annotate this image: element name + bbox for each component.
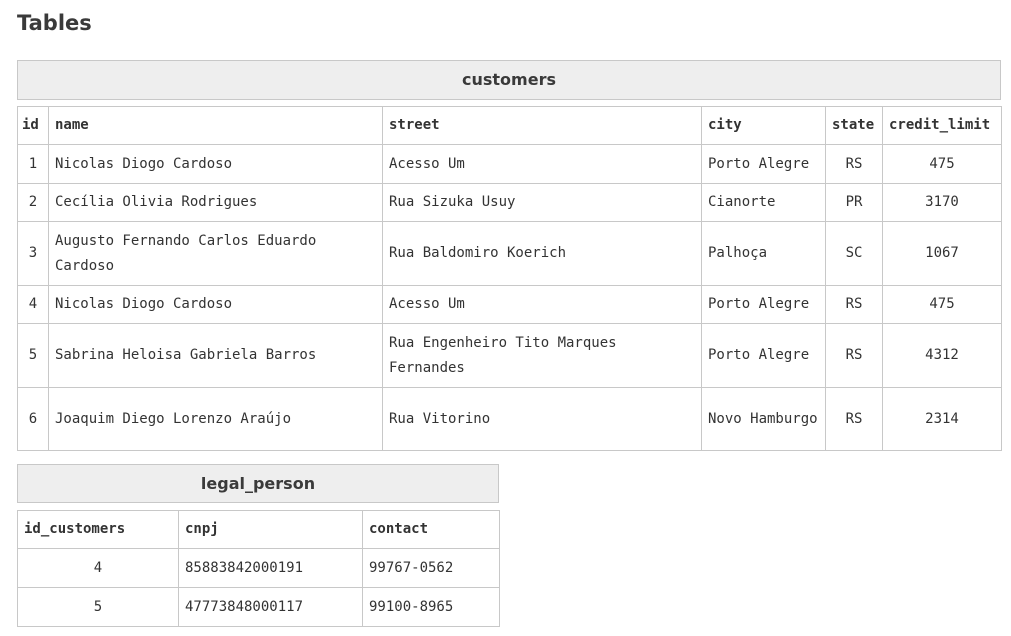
cell-street: Rua Baldomiro Koerich (382, 221, 702, 286)
table-header-row: id name street city state credit_limit (17, 106, 1002, 145)
column-header-name: name (48, 106, 383, 145)
cell-id: 5 (17, 323, 49, 388)
cell-state: PR (825, 183, 883, 222)
cell-id: 6 (17, 387, 49, 451)
cell-contact: 99100-8965 (362, 587, 500, 627)
legal-person-table: id_customers cnpj contact 4 858838420001… (17, 510, 500, 627)
cell-credit-limit: 3170 (882, 183, 1002, 222)
table-row: 5 47773848000117 99100-8965 (17, 587, 500, 627)
cell-name: Cecília Olivia Rodrigues (48, 183, 383, 222)
cell-id: 4 (17, 285, 49, 324)
cell-contact: 99767-0562 (362, 548, 500, 588)
column-header-id-customers: id_customers (17, 510, 179, 549)
cell-street: Acesso Um (382, 285, 702, 324)
cell-city: Cianorte (701, 183, 826, 222)
cell-city: Palhoça (701, 221, 826, 286)
cell-street: Rua Vitorino (382, 387, 702, 451)
table-row: 1 Nicolas Diogo Cardoso Acesso Um Porto … (17, 144, 1002, 184)
cell-name: Joaquim Diego Lorenzo Araújo (48, 387, 383, 451)
cell-street: Acesso Um (382, 144, 702, 184)
column-header-id: id (17, 106, 49, 145)
cell-city: Porto Alegre (701, 144, 826, 184)
legal-person-table-caption: legal_person (17, 464, 499, 503)
table-row: 2 Cecília Olivia Rodrigues Rua Sizuka Us… (17, 183, 1002, 222)
table-row: 3 Augusto Fernando Carlos Eduardo Cardos… (17, 221, 1002, 286)
customers-table: id name street city state credit_limit 1… (17, 106, 1002, 451)
table-row: 6 Joaquim Diego Lorenzo Araújo Rua Vitor… (17, 387, 1002, 451)
column-header-street: street (382, 106, 702, 145)
cell-street: Rua Engenheiro Tito Marques Fernandes (382, 323, 702, 388)
cell-city: Novo Hamburgo (701, 387, 826, 451)
cell-street: Rua Sizuka Usuy (382, 183, 702, 222)
customers-table-caption: customers (17, 60, 1001, 100)
cell-id: 3 (17, 221, 49, 286)
column-header-state: state (825, 106, 883, 145)
cell-cnpj: 47773848000117 (178, 587, 363, 627)
column-header-credit-limit: credit_limit (882, 106, 1002, 145)
cell-name: Nicolas Diogo Cardoso (48, 144, 383, 184)
cell-city: Porto Alegre (701, 323, 826, 388)
cell-name: Augusto Fernando Carlos Eduardo Cardoso (48, 221, 383, 286)
cell-state: RS (825, 285, 883, 324)
page-title: Tables (17, 11, 92, 35)
column-header-contact: contact (362, 510, 500, 549)
cell-state: RS (825, 323, 883, 388)
table-row: 4 Nicolas Diogo Cardoso Acesso Um Porto … (17, 285, 1002, 324)
table-row: 4 85883842000191 99767-0562 (17, 548, 500, 588)
cell-id-customers: 5 (17, 587, 179, 627)
cell-id-customers: 4 (17, 548, 179, 588)
cell-credit-limit: 1067 (882, 221, 1002, 286)
cell-name: Sabrina Heloisa Gabriela Barros (48, 323, 383, 388)
table-header-row: id_customers cnpj contact (17, 510, 500, 549)
cell-credit-limit: 475 (882, 144, 1002, 184)
cell-state: RS (825, 387, 883, 451)
cell-city: Porto Alegre (701, 285, 826, 324)
column-header-cnpj: cnpj (178, 510, 363, 549)
cell-state: RS (825, 144, 883, 184)
cell-state: SC (825, 221, 883, 286)
cell-credit-limit: 2314 (882, 387, 1002, 451)
cell-id: 1 (17, 144, 49, 184)
column-header-city: city (701, 106, 826, 145)
cell-cnpj: 85883842000191 (178, 548, 363, 588)
table-row: 5 Sabrina Heloisa Gabriela Barros Rua En… (17, 323, 1002, 388)
cell-name: Nicolas Diogo Cardoso (48, 285, 383, 324)
cell-credit-limit: 475 (882, 285, 1002, 324)
cell-id: 2 (17, 183, 49, 222)
cell-credit-limit: 4312 (882, 323, 1002, 388)
